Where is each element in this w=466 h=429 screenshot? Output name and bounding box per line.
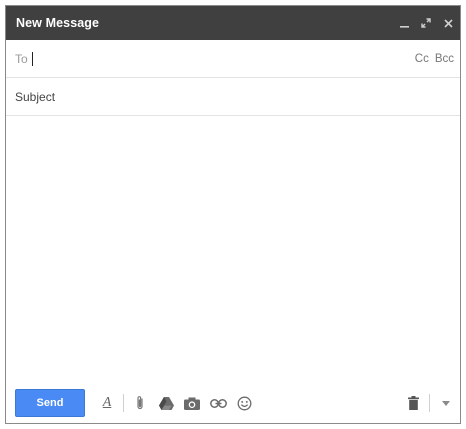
text-format-icon[interactable]: A	[97, 393, 117, 413]
compose-titlebar[interactable]: New Message	[6, 6, 460, 40]
minimize-icon[interactable]	[398, 16, 410, 30]
toolbar-divider-right	[429, 394, 430, 412]
to-label: To	[15, 51, 28, 66]
compose-toolbar: Send A	[6, 383, 460, 423]
drive-icon[interactable]	[156, 393, 176, 413]
chevron-down-icon[interactable]	[436, 393, 456, 413]
compose-title: New Message	[16, 16, 100, 30]
close-icon[interactable]	[442, 16, 454, 30]
compose-window: New Message To Cc Bcc Subject Send A	[5, 5, 461, 424]
message-body[interactable]	[6, 117, 460, 377]
subject-row[interactable]	[6, 78, 460, 116]
to-row[interactable]: To Cc Bcc	[6, 40, 460, 78]
cc-bcc-links: Cc Bcc	[415, 53, 454, 65]
to-input[interactable]	[36, 51, 415, 66]
trash-icon[interactable]	[403, 393, 423, 413]
expand-icon[interactable]	[420, 16, 432, 30]
text-cursor	[31, 51, 33, 66]
smiley-icon[interactable]	[234, 393, 254, 413]
cc-link[interactable]: Cc	[415, 53, 429, 65]
paperclip-icon[interactable]	[130, 393, 150, 413]
toolbar-divider	[123, 394, 124, 412]
window-controls	[398, 16, 454, 30]
camera-icon[interactable]	[182, 393, 202, 413]
link-icon[interactable]	[208, 393, 228, 413]
bcc-link[interactable]: Bcc	[435, 53, 454, 65]
subject-input[interactable]	[15, 89, 454, 104]
send-button[interactable]: Send	[15, 389, 85, 417]
